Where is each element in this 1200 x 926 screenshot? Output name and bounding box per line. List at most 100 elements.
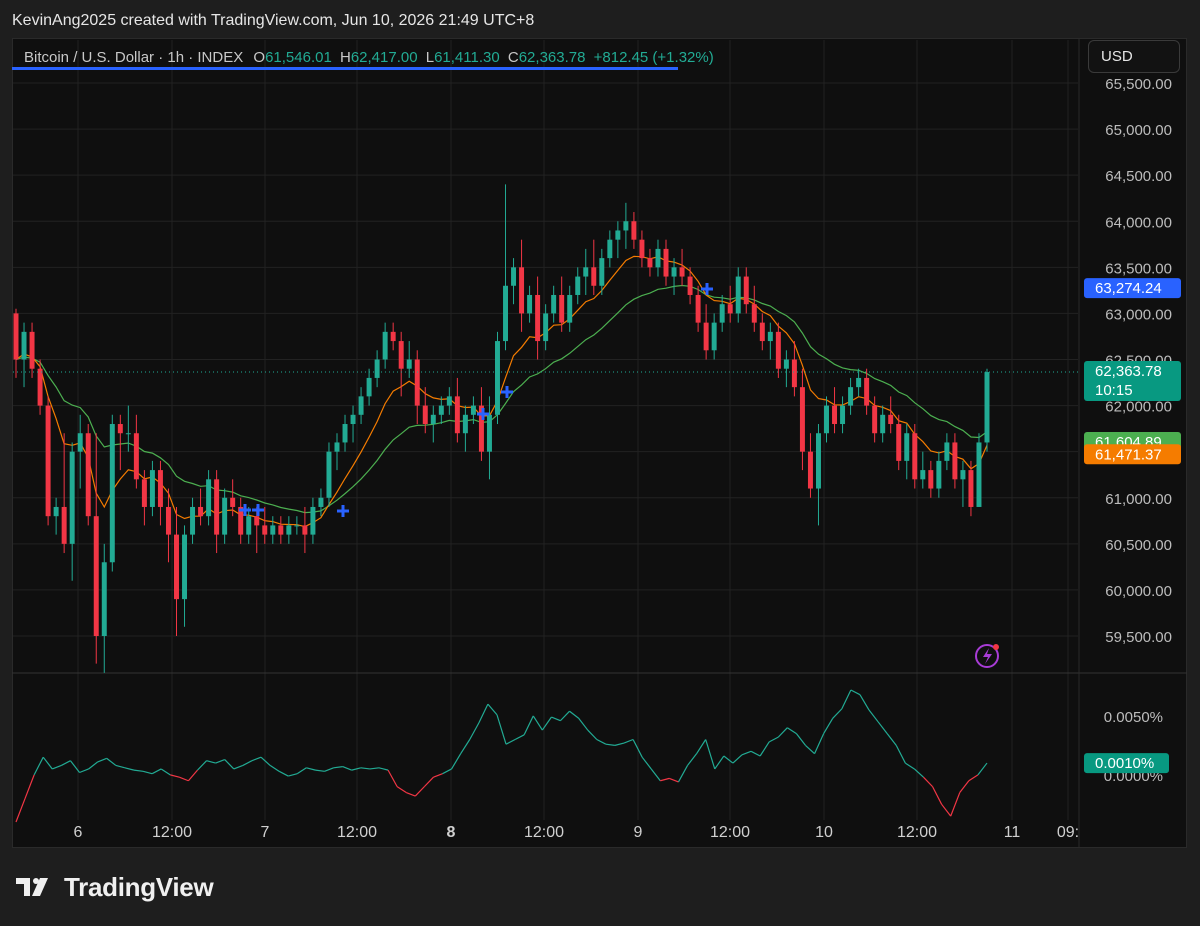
candle-body (53, 506, 59, 517)
indicator-segment (15, 798, 26, 823)
indicator-segment (687, 753, 698, 766)
indicator-segment (968, 774, 979, 782)
candle-body (157, 470, 163, 507)
indicator-segment (805, 744, 815, 755)
candle-body (719, 304, 725, 323)
indicator-segment (61, 760, 71, 766)
indicator-segment (750, 750, 761, 757)
indicator-segment (886, 733, 897, 746)
flash-icon-bolt (983, 648, 992, 664)
candle-body (133, 433, 139, 480)
y-tick-label: 62,000.00 (1105, 399, 1172, 416)
indicator-segment (187, 769, 198, 782)
legend-h-label: H (339, 49, 351, 66)
indicator-segment (913, 768, 924, 778)
candle-body (591, 267, 597, 286)
candle-body (382, 331, 388, 360)
currency-button[interactable]: USD (1088, 40, 1180, 73)
candle-body (278, 525, 284, 535)
legend-high-value: 62,417.00 (350, 49, 418, 66)
indicator-segment (850, 689, 861, 696)
candle-body (125, 433, 131, 435)
indicator-segment (124, 767, 135, 771)
indicator-segment (677, 765, 689, 783)
indicator-segment (814, 733, 825, 754)
candle-body (695, 294, 701, 323)
indicator-segment (469, 722, 480, 740)
x-tick-label: 11 (1004, 824, 1021, 841)
indicator-segment (296, 767, 307, 775)
indicator-segment (923, 776, 933, 788)
indicator-tag-label: 0.0010% (1095, 755, 1154, 772)
indicator-segment (233, 764, 244, 770)
indicator-segment (278, 770, 289, 777)
candle-body (791, 359, 797, 388)
candle-body (198, 506, 204, 517)
indicator-segment (442, 768, 452, 775)
candle-body (486, 414, 492, 452)
candle-body (807, 451, 813, 489)
indicator-segment (378, 767, 389, 771)
candle-body (406, 359, 412, 369)
candle-body (503, 285, 509, 342)
indicator-segment (288, 773, 298, 777)
indicator-segment (959, 780, 970, 793)
indicator-segment (106, 757, 117, 766)
candle-body (270, 525, 276, 535)
indicator-segment (24, 774, 35, 799)
indicator-segment (832, 708, 843, 719)
indicator-segment (88, 761, 99, 770)
candle-body (671, 267, 677, 277)
candle-body (631, 221, 637, 240)
legend-o-label: O (253, 49, 266, 66)
candle-body (302, 525, 308, 535)
indicator-segment (732, 754, 743, 764)
x-tick-label: 8 (447, 824, 456, 841)
candle-body (37, 368, 43, 406)
x-tick-label: 12:00 (897, 824, 937, 841)
indicator-segment (496, 714, 507, 745)
indicator-segment (741, 750, 752, 756)
indicator-segment (669, 777, 679, 783)
indicator-segment (269, 764, 280, 772)
indicator-segment (587, 729, 598, 740)
candle-body (318, 497, 324, 507)
candle-body (840, 405, 846, 425)
candle-body (856, 377, 862, 388)
indicator-segment (197, 760, 208, 771)
indicator-segment (877, 721, 888, 734)
candle-body (85, 433, 91, 517)
indicator-segment (787, 727, 797, 735)
indicator-segment (705, 739, 716, 770)
y-tick-label: 59,500.00 (1105, 629, 1172, 646)
indicator-segment (396, 786, 407, 794)
y-tick-label: 64,000.00 (1105, 214, 1172, 231)
candle-body (663, 248, 669, 277)
indicator-segment (224, 759, 235, 770)
flash-icon-dot (993, 644, 999, 650)
candle-body (61, 506, 67, 544)
indicator-segment (460, 739, 471, 754)
y-tick-label: 65,000.00 (1105, 122, 1172, 139)
indicator-segment (650, 768, 661, 782)
candle-body (511, 267, 517, 286)
indicator-segment (451, 753, 462, 770)
y-tick-label: 65,500.00 (1105, 76, 1172, 93)
ohlc-legend: Bitcoin / U.S. Dollar · 1h · INDEX O61,5… (24, 49, 714, 66)
indicator-segment (242, 760, 253, 766)
candle-body (214, 479, 220, 535)
candle-body (848, 387, 854, 406)
candle-body (920, 470, 926, 480)
indicator-segment (387, 769, 398, 787)
candle-body (77, 433, 83, 452)
candle-body (607, 239, 613, 259)
indicator-segment (941, 803, 952, 817)
chart-canvas[interactable]: 65,500.00 65,000.00 64,500.00 64,000.00 63,5… (0, 0, 1200, 926)
candle-body (944, 442, 950, 461)
indicator-segment (696, 739, 707, 754)
legend-close-value: 62,363.78 (518, 49, 586, 66)
candle-body (165, 506, 171, 535)
x-tick-label: 6 (74, 824, 83, 841)
indicator-segment (823, 717, 834, 734)
y-tick-label: 63,000.00 (1105, 306, 1172, 323)
